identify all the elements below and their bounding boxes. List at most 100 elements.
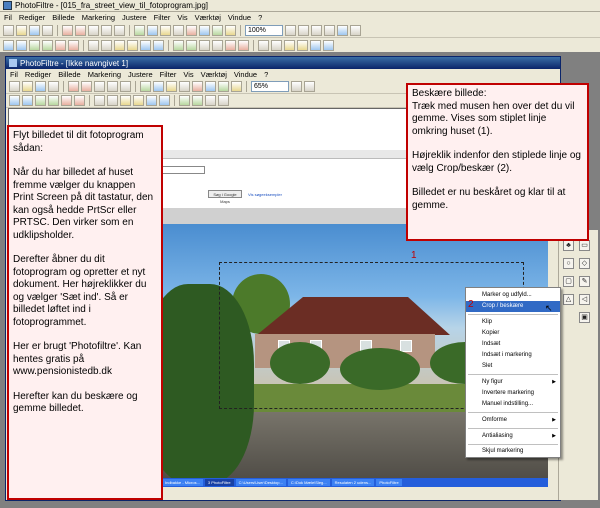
filter-icon-13[interactable]: [179, 95, 190, 106]
polygon-tool-icon[interactable]: ◁: [579, 294, 590, 305]
menu-item-omforme[interactable]: Omforme ▶: [466, 415, 560, 426]
print-icon[interactable]: [42, 24, 53, 36]
filter-icon-4[interactable]: [42, 39, 53, 51]
filter-icon-16[interactable]: [218, 95, 229, 106]
undo-icon[interactable]: [68, 81, 79, 92]
inner-menu-vindue[interactable]: Vindue: [234, 70, 257, 79]
inner-menu-rediger[interactable]: Rediger: [25, 70, 51, 79]
redo-icon[interactable]: [75, 24, 86, 36]
rectangle-tool-icon[interactable]: ▭: [579, 240, 590, 251]
triangle-tool-icon[interactable]: △: [563, 294, 574, 305]
menu-help[interactable]: ?: [258, 13, 262, 22]
menu-vaerktoj[interactable]: Værktøj: [195, 13, 221, 22]
filter-icon-7[interactable]: [94, 95, 105, 106]
inner-menu-vaerktoj[interactable]: Værktøj: [201, 70, 227, 79]
menu-item-marker-udfyld[interactable]: Marker og udfyld...: [466, 290, 560, 301]
fit-icon[interactable]: [311, 24, 322, 36]
actual-size-icon[interactable]: [324, 24, 335, 36]
filter-icon-2[interactable]: [16, 39, 27, 51]
effects-icon[interactable]: [218, 81, 229, 92]
filter-icon-7[interactable]: [88, 39, 99, 51]
selection-tool-icon[interactable]: ▣: [579, 312, 590, 323]
browse-icon[interactable]: [225, 24, 236, 36]
copy-icon[interactable]: [101, 24, 112, 36]
copy-icon[interactable]: [107, 81, 118, 92]
filter-icon-14[interactable]: [192, 95, 203, 106]
filter-icon-21[interactable]: [284, 39, 295, 51]
rounded-rect-tool-icon[interactable]: ▢: [563, 276, 574, 287]
paste-icon[interactable]: [120, 81, 131, 92]
new-icon[interactable]: [9, 81, 20, 92]
inner-zoom-select[interactable]: 65%: [251, 81, 289, 92]
filter-icon-15[interactable]: [205, 95, 216, 106]
menu-billede[interactable]: Billede: [52, 13, 75, 22]
lasso-tool-icon[interactable]: ✎: [579, 276, 590, 287]
filter-icon-6[interactable]: [74, 95, 85, 106]
filter-icon-14[interactable]: [186, 39, 197, 51]
filter-icon-19[interactable]: [258, 39, 269, 51]
paste-icon[interactable]: [114, 24, 125, 36]
crop-icon[interactable]: [166, 81, 177, 92]
filter-icon-22[interactable]: [297, 39, 308, 51]
gradient-icon[interactable]: [199, 24, 210, 36]
menu-fil[interactable]: Fil: [4, 13, 12, 22]
menu-item-invertere[interactable]: Invertere markering: [466, 388, 560, 399]
image-size-icon[interactable]: [140, 81, 151, 92]
text-icon[interactable]: [173, 24, 184, 36]
menu-justere[interactable]: Justere: [122, 13, 147, 22]
zoom-select[interactable]: 100%: [245, 24, 283, 36]
menu-vis[interactable]: Vis: [177, 13, 187, 22]
crop-icon[interactable]: [160, 24, 171, 36]
filter-icon-12[interactable]: [159, 95, 170, 106]
menu-item-indsaet-markering[interactable]: Indsæt i markering: [466, 350, 560, 361]
filter-icon-10[interactable]: [127, 39, 138, 51]
stamp-tool-icon[interactable]: ♣: [563, 240, 574, 251]
image-size-icon[interactable]: [134, 24, 145, 36]
filter-icon-16[interactable]: [212, 39, 223, 51]
window-icon[interactable]: [337, 24, 348, 36]
filter-icon-17[interactable]: [225, 39, 236, 51]
diamond-tool-icon[interactable]: ◇: [579, 258, 590, 269]
inner-menu-vis[interactable]: Vis: [183, 70, 193, 79]
zoom-in-icon[interactable]: [285, 24, 296, 36]
undo-icon[interactable]: [62, 24, 73, 36]
inner-menu-markering[interactable]: Markering: [88, 70, 121, 79]
menu-rediger[interactable]: Rediger: [19, 13, 45, 22]
filter-icon-2[interactable]: [22, 95, 33, 106]
filter-icon-15[interactable]: [199, 39, 210, 51]
inner-menu-billede[interactable]: Billede: [58, 70, 81, 79]
filter-icon-13[interactable]: [173, 39, 184, 51]
menu-item-ny-figur[interactable]: Ny figur ▶: [466, 377, 560, 388]
canvas-icon[interactable]: [147, 24, 158, 36]
menu-vindue[interactable]: Vindue: [228, 13, 251, 22]
filter-icon-3[interactable]: [35, 95, 46, 106]
help-icon[interactable]: [350, 24, 361, 36]
menu-item-kopier[interactable]: Kopier: [466, 328, 560, 339]
inner-menu-help[interactable]: ?: [264, 70, 268, 79]
effects-icon[interactable]: [212, 24, 223, 36]
save-icon[interactable]: [35, 81, 46, 92]
menu-item-indsaet[interactable]: Indsæt: [466, 339, 560, 350]
browse-icon[interactable]: [231, 81, 242, 92]
filter-icon-20[interactable]: [271, 39, 282, 51]
cut-icon[interactable]: [94, 81, 105, 92]
filter-icon-11[interactable]: [146, 95, 157, 106]
filter-icon-24[interactable]: [323, 39, 334, 51]
filter-icon-9[interactable]: [120, 95, 131, 106]
menu-item-klip[interactable]: Klip: [466, 317, 560, 328]
gradient-icon[interactable]: [205, 81, 216, 92]
filter-icon-12[interactable]: [153, 39, 164, 51]
zoom-in-icon[interactable]: [291, 81, 302, 92]
filter-icon-10[interactable]: [133, 95, 144, 106]
text-icon[interactable]: [179, 81, 190, 92]
filter-icon-1[interactable]: [9, 95, 20, 106]
menu-item-antialiasing[interactable]: Antialiasing ▶: [466, 431, 560, 442]
inner-menu-fil[interactable]: Fil: [10, 70, 18, 79]
redo-icon[interactable]: [81, 81, 92, 92]
filter-icon-23[interactable]: [310, 39, 321, 51]
menu-item-manuel[interactable]: Manuel indstilling...: [466, 399, 560, 410]
inner-menu-filter[interactable]: Filter: [160, 70, 177, 79]
canvas-icon[interactable]: [153, 81, 164, 92]
open-icon[interactable]: [22, 81, 33, 92]
filter-icon-5[interactable]: [61, 95, 72, 106]
